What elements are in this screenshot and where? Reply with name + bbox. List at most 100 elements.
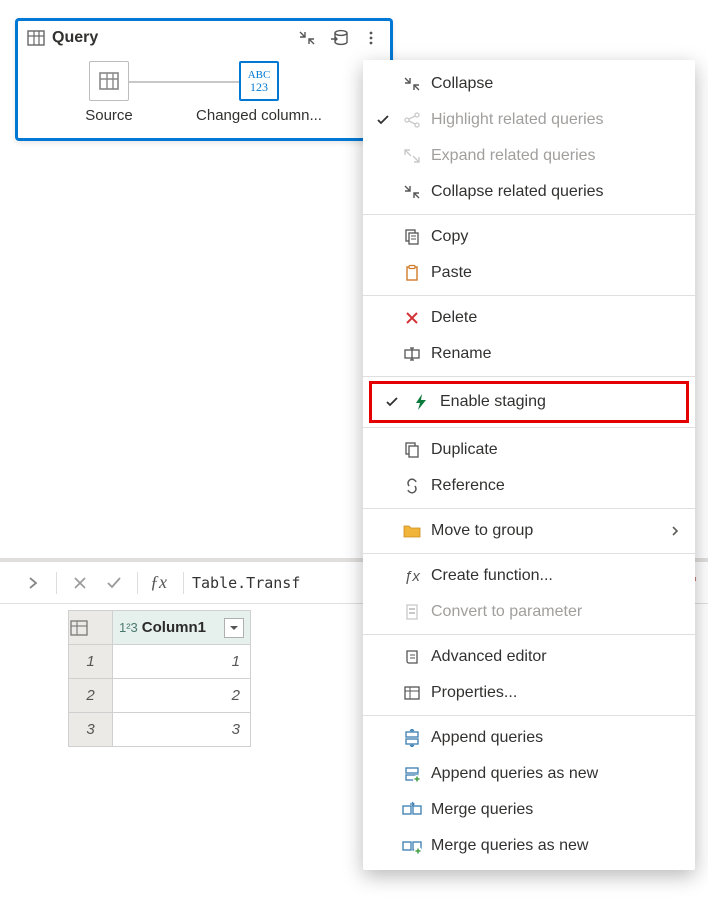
row-index[interactable]: 2 <box>69 679 113 713</box>
table-corner[interactable] <box>69 611 113 645</box>
column-type-icon: 1²3 <box>119 620 138 635</box>
menu-merge-queries[interactable]: Merge queries <box>363 792 695 828</box>
merge-new-icon <box>401 837 423 855</box>
menu-separator <box>363 214 695 215</box>
table-row: 3 3 <box>69 713 251 747</box>
accept-formula-icon[interactable] <box>99 568 129 598</box>
separator <box>137 572 138 594</box>
menu-collapse[interactable]: Collapse <box>363 66 695 102</box>
cell-value[interactable]: 2 <box>113 679 251 713</box>
menu-create-function[interactable]: ƒx Create function... <box>363 558 695 594</box>
menu-separator <box>363 427 695 428</box>
query-card-header: Query <box>18 21 390 55</box>
data-destination-icon[interactable] <box>326 25 352 51</box>
menu-label: Paste <box>431 264 681 282</box>
menu-reference[interactable]: Reference <box>363 468 695 504</box>
query-card[interactable]: Query Source ABC123 Changed column... <box>15 18 393 141</box>
chevron-right-icon <box>669 525 681 537</box>
row-index[interactable]: 3 <box>69 713 113 747</box>
highlight-rectangle: Enable staging <box>369 381 689 423</box>
chevron-right-icon[interactable] <box>18 568 48 598</box>
step-changed-column-label: Changed column... <box>196 107 322 124</box>
parameter-icon <box>401 603 423 621</box>
step-changed-column-icon: ABC123 <box>239 61 279 101</box>
append-icon <box>401 729 423 747</box>
menu-label: Delete <box>431 309 681 327</box>
step-connector <box>113 81 243 83</box>
menu-collapse-related[interactable]: Collapse related queries <box>363 174 695 210</box>
menu-advanced-editor[interactable]: Advanced editor <box>363 639 695 675</box>
collapse-inward-icon[interactable] <box>294 25 320 51</box>
separator <box>56 572 57 594</box>
menu-append-as-new[interactable]: Append queries as new <box>363 756 695 792</box>
query-title: Query <box>52 29 288 47</box>
menu-label: Enable staging <box>440 393 672 411</box>
menu-copy[interactable]: Copy <box>363 219 695 255</box>
delete-icon <box>401 310 423 326</box>
menu-delete[interactable]: Delete <box>363 300 695 336</box>
menu-separator <box>363 634 695 635</box>
step-source-label: Source <box>85 107 133 124</box>
check-icon <box>373 112 393 128</box>
merge-icon <box>401 801 423 819</box>
share-icon <box>401 111 423 129</box>
menu-label: Reference <box>431 477 681 495</box>
properties-icon <box>401 684 423 702</box>
menu-label: Rename <box>431 345 681 363</box>
menu-label: Convert to parameter <box>431 603 681 621</box>
menu-duplicate[interactable]: Duplicate <box>363 432 695 468</box>
table-row: 2 2 <box>69 679 251 713</box>
menu-label: Properties... <box>431 684 681 702</box>
menu-enable-staging[interactable]: Enable staging <box>372 384 686 420</box>
menu-move-to-group[interactable]: Move to group <box>363 513 695 549</box>
menu-rename[interactable]: Rename <box>363 336 695 372</box>
check-icon <box>382 394 402 410</box>
step-source[interactable]: Source <box>34 61 184 124</box>
cell-value[interactable]: 3 <box>113 713 251 747</box>
formula-text[interactable]: Table.Transf <box>192 574 300 592</box>
menu-label: Advanced editor <box>431 648 681 666</box>
menu-label: Append queries <box>431 729 681 747</box>
svg-text:123: 123 <box>250 80 268 94</box>
menu-append-queries[interactable]: Append queries <box>363 720 695 756</box>
fx-icon: ƒx <box>150 572 167 593</box>
column-filter-dropdown[interactable] <box>224 618 244 638</box>
menu-merge-as-new[interactable]: Merge queries as new <box>363 828 695 864</box>
menu-highlight-related: Highlight related queries <box>363 102 695 138</box>
cell-value[interactable]: 1 <box>113 645 251 679</box>
menu-separator <box>363 715 695 716</box>
collapse-icon <box>401 75 423 93</box>
link-icon <box>401 477 423 495</box>
context-menu: Collapse Highlight related queries Expan… <box>363 60 695 870</box>
row-index[interactable]: 1 <box>69 645 113 679</box>
collapse-related-icon <box>401 183 423 201</box>
menu-separator <box>363 553 695 554</box>
menu-convert-to-parameter: Convert to parameter <box>363 594 695 630</box>
append-new-icon <box>401 765 423 783</box>
copy-icon <box>401 228 423 246</box>
menu-label: Expand related queries <box>431 147 681 165</box>
cancel-formula-icon[interactable] <box>65 568 95 598</box>
data-preview-table: 1²3 Column1 1 1 2 2 3 3 <box>68 610 251 747</box>
menu-label: Create function... <box>431 567 681 585</box>
menu-label: Move to group <box>431 522 661 540</box>
table-icon <box>26 28 46 48</box>
column-name: Column1 <box>142 619 220 636</box>
step-changed-column[interactable]: ABC123 Changed column... <box>184 61 334 124</box>
menu-label: Merge queries <box>431 801 681 819</box>
paste-icon <box>401 264 423 282</box>
menu-label: Append queries as new <box>431 765 681 783</box>
more-options-icon[interactable] <box>358 25 384 51</box>
menu-paste[interactable]: Paste <box>363 255 695 291</box>
folder-icon <box>401 523 423 539</box>
lightning-icon <box>410 393 432 411</box>
steps-row: Source ABC123 Changed column... <box>18 55 390 124</box>
column-header[interactable]: 1²3 Column1 <box>113 611 251 645</box>
menu-separator <box>363 508 695 509</box>
scroll-icon <box>401 648 423 666</box>
step-source-icon <box>89 61 129 101</box>
duplicate-icon <box>401 441 423 459</box>
menu-separator <box>363 295 695 296</box>
menu-separator <box>363 376 695 377</box>
menu-properties[interactable]: Properties... <box>363 675 695 711</box>
